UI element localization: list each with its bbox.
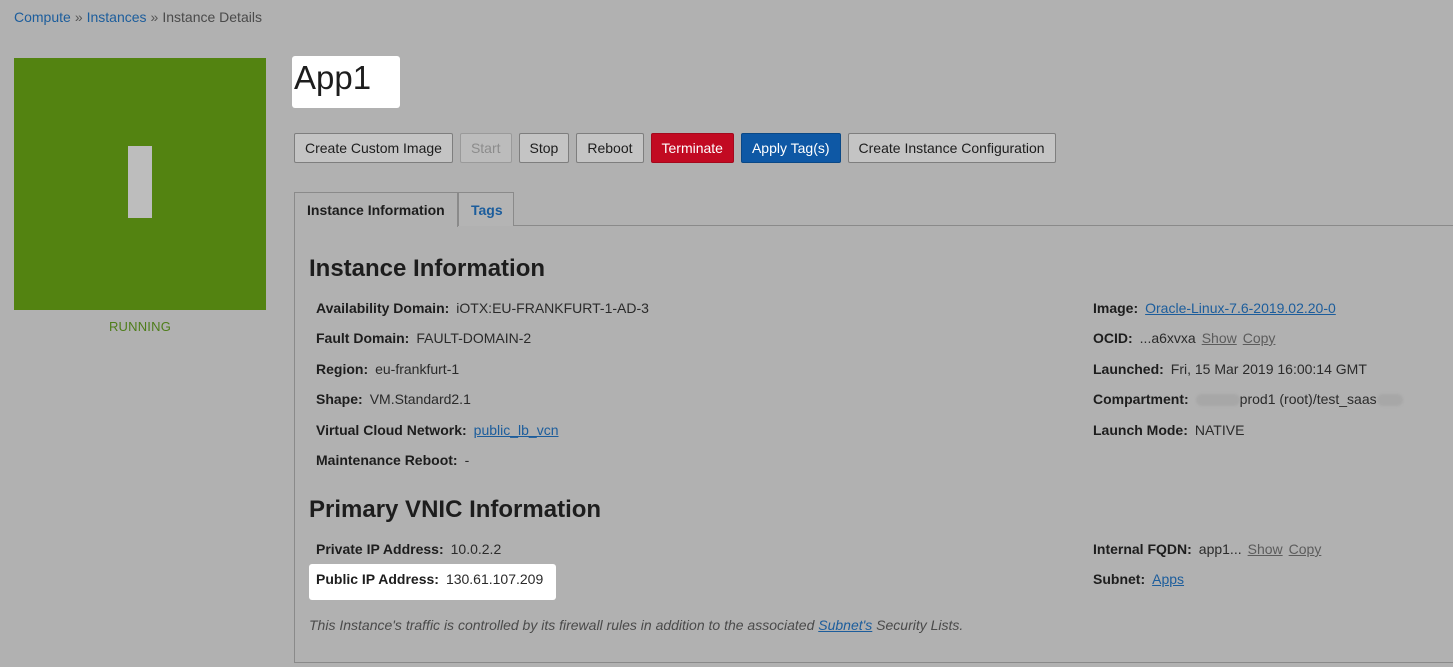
field-label: Image: [1093, 300, 1139, 316]
subnet-security-link[interactable]: Subnet's [818, 617, 872, 633]
action-toolbar: Create Custom Image Start Stop Reboot Te… [294, 133, 1056, 163]
create-custom-image-button[interactable]: Create Custom Image [294, 133, 453, 163]
field-value: eu-frankfurt-1 [375, 361, 460, 377]
breadcrumb-separator: » [150, 9, 159, 25]
breadcrumb-compute-link[interactable]: Compute [14, 9, 71, 25]
field-value: - [464, 452, 470, 468]
image-link[interactable]: Oracle-Linux-7.6-2019.02.20-0 [1145, 300, 1336, 316]
field-value: 10.0.2.2 [450, 541, 502, 557]
ocid-copy-link[interactable]: Copy [1243, 330, 1276, 346]
page-title-highlight: App1 [292, 56, 400, 108]
field-label: Shape: [316, 391, 363, 407]
field-label: Fault Domain: [316, 330, 410, 346]
field-value: VM.Standard2.1 [369, 391, 471, 407]
maintenance-reboot-field: Maintenance Reboot: - [316, 452, 469, 468]
private-ip-field: Private IP Address: 10.0.2.2 [316, 541, 501, 557]
field-label: Availability Domain: [316, 300, 450, 316]
reboot-button[interactable]: Reboot [576, 133, 644, 163]
instance-letter-icon [128, 146, 152, 218]
field-value: app1... [1198, 541, 1242, 557]
start-button[interactable]: Start [459, 133, 512, 163]
launched-field: Launched: Fri, 15 Mar 2019 16:00:14 GMT [1093, 361, 1367, 377]
shape-field: Shape: VM.Standard2.1 [316, 391, 471, 407]
instance-information-heading: Instance Information [309, 255, 546, 282]
note-text: Security Lists. [872, 617, 964, 633]
ocid-field: OCID: ...a6xvxa Show Copy [1093, 330, 1275, 346]
image-field: Image: Oracle-Linux-7.6-2019.02.20-0 [1093, 300, 1336, 316]
apply-tags-button[interactable]: Apply Tag(s) [740, 133, 841, 163]
field-label: Launch Mode: [1093, 422, 1188, 438]
internal-fqdn-field: Internal FQDN: app1... Show Copy [1093, 541, 1321, 557]
field-value: prod1 (root)/test_saas [1239, 391, 1377, 407]
security-note: This Instance's traffic is controlled by… [309, 617, 963, 633]
tab-tags[interactable]: Tags [458, 192, 514, 226]
instance-status-tile [14, 58, 266, 310]
breadcrumb-separator: » [74, 9, 83, 25]
create-instance-configuration-button[interactable]: Create Instance Configuration [847, 133, 1056, 163]
field-label: Maintenance Reboot: [316, 452, 458, 468]
field-value: FAULT-DOMAIN-2 [416, 330, 532, 346]
vcn-field: Virtual Cloud Network: public_lb_vcn [316, 422, 559, 438]
compartment-field: Compartment: prod1 (root)/test_saas [1093, 391, 1403, 407]
note-text: This Instance's traffic is controlled by… [309, 617, 819, 633]
field-label: Internal FQDN: [1093, 541, 1192, 557]
breadcrumb: Compute» Instances» Instance Details [14, 9, 262, 25]
field-label: Region: [316, 361, 369, 377]
public-ip-field: Public IP Address: 130.61.107.209 [316, 571, 543, 587]
fault-domain-field: Fault Domain: FAULT-DOMAIN-2 [316, 330, 531, 346]
subnet-link[interactable]: Apps [1152, 571, 1184, 587]
redacted-blur [1376, 394, 1403, 407]
field-value: 130.61.107.209 [445, 571, 544, 587]
terminate-button[interactable]: Terminate [650, 133, 734, 163]
subnet-field: Subnet: Apps [1093, 571, 1184, 587]
fqdn-copy-link[interactable]: Copy [1289, 541, 1322, 557]
stop-button[interactable]: Stop [518, 133, 570, 163]
vnic-information-heading: Primary VNIC Information [309, 496, 602, 523]
field-value: NATIVE [1194, 422, 1245, 438]
vcn-link[interactable]: public_lb_vcn [474, 422, 559, 438]
field-value: ...a6xvxa [1139, 330, 1196, 346]
field-label: Subnet: [1093, 571, 1146, 587]
breadcrumb-instances-link[interactable]: Instances [87, 9, 147, 25]
tab-instance-information[interactable]: Instance Information [294, 192, 458, 227]
page-title: App1 [294, 59, 372, 96]
field-label: Compartment: [1093, 391, 1189, 407]
launch-mode-field: Launch Mode: NATIVE [1093, 422, 1244, 438]
field-label: Public IP Address: [316, 571, 439, 587]
field-label: Virtual Cloud Network: [316, 422, 467, 438]
breadcrumb-current: Instance Details [162, 9, 262, 25]
region-field: Region: eu-frankfurt-1 [316, 361, 459, 377]
field-label: OCID: [1093, 330, 1133, 346]
field-value: iOTX:EU-FRANKFURT-1-AD-3 [456, 300, 649, 316]
fqdn-show-link[interactable]: Show [1248, 541, 1283, 557]
field-label: Private IP Address: [316, 541, 444, 557]
availability-domain-field: Availability Domain: iOTX:EU-FRANKFURT-1-… [316, 300, 649, 316]
ocid-show-link[interactable]: Show [1202, 330, 1237, 346]
redacted-blur [1195, 394, 1240, 407]
field-label: Launched: [1093, 361, 1164, 377]
status-label: RUNNING [108, 319, 172, 334]
field-value: Fri, 15 Mar 2019 16:00:14 GMT [1170, 361, 1367, 377]
